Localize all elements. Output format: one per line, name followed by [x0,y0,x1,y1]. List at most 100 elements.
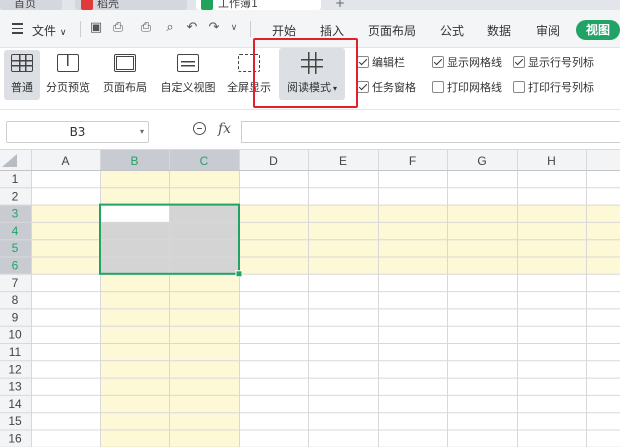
checkbox-unchecked-icon [432,81,444,93]
page-layout-icon [114,54,136,72]
checkbox-label: 显示行号列标 [528,56,594,69]
row-header-10[interactable]: 10 [8,328,22,342]
tab-label: 首页 [14,0,36,10]
checkbox-label: 任务窗格 [372,81,416,94]
row-header-4[interactable]: 4 [12,224,19,238]
menu-review[interactable]: 审阅 [536,22,560,39]
column-header-c[interactable]: C [200,154,209,168]
column-header-h[interactable]: H [547,154,556,168]
button-label: 阅读模式 [286,81,331,94]
row-header-11[interactable]: 11 [9,345,22,359]
docer-icon [81,0,93,10]
formula-bar: B3 ▾ fx [0,110,620,150]
zoom-out-icon[interactable] [193,122,206,135]
row-header-5[interactable]: 5 [12,241,19,255]
checkbox-label: 显示网格线 [447,56,502,69]
page-break-preview-button[interactable]: 分页预览 [42,50,94,100]
row-header-2[interactable]: 2 [12,189,19,203]
column-header-b[interactable]: B [130,154,138,168]
row-header-14[interactable]: 14 [8,397,22,411]
formula-bar-checkbox[interactable]: 编辑栏 [357,54,405,70]
row-header-6[interactable]: 6 [12,259,19,273]
menu-insert[interactable]: 插入 [320,22,344,39]
button-label: 自定义视图 [160,81,216,94]
row-header-13[interactable]: 13 [8,380,22,394]
show-headings-checkbox[interactable]: 显示行号列标 [513,54,594,70]
checkbox-checked-icon [357,81,369,93]
print-preview-icon[interactable]: ⌕ [162,20,178,36]
custom-view-button[interactable]: 自定义视图 [156,50,220,100]
hamburger-icon[interactable] [12,23,23,37]
page-layout-view-button[interactable]: 页面布局 [98,50,152,100]
active-cell[interactable] [100,204,169,222]
menu-formulas[interactable]: 公式 [440,22,464,39]
custom-view-icon [177,54,199,72]
checkbox-label: 编辑栏 [372,56,405,69]
full-screen-button[interactable]: 全屏显示 [224,50,274,100]
crosshair-icon [301,52,323,74]
row-header-1[interactable]: 1 [12,172,19,186]
row-header-8[interactable]: 8 [12,293,19,307]
checkbox-checked-icon [513,56,525,68]
menu-bar: 文件 ∨ ▣ ⎙ ⎙ ⌕ ↶ ↷ ∨ 开始 插入 页面布局 公式 数据 审阅 视… [0,10,620,48]
file-menu-label: 文件 [32,24,57,38]
checkbox-checked-icon [432,56,444,68]
tab-label: 工作簿1 [218,0,258,10]
undo-icon[interactable]: ↶ [184,20,200,36]
column-header-f[interactable]: F [409,154,416,168]
print-gridlines-checkbox[interactable]: 打印网格线 [432,79,502,95]
show-gridlines-checkbox[interactable]: 显示网格线 [432,54,502,70]
grid-icon [11,54,33,72]
button-label: 分页预览 [46,81,90,94]
menu-data[interactable]: 数据 [487,22,511,39]
checkbox-label: 打印网格线 [447,81,502,94]
more-chevron-icon[interactable]: ∨ [226,20,242,36]
menu-page-layout[interactable]: 页面布局 [368,22,416,39]
row-header-7[interactable]: 7 [12,276,19,290]
menu-view-active[interactable]: 视图 [576,20,620,40]
fill-handle[interactable] [235,270,243,278]
checkbox-checked-icon [357,56,369,68]
column-header-a[interactable]: A [61,154,69,168]
menu-home[interactable]: 开始 [272,22,296,39]
reading-mode-button[interactable]: 阅读模式 ▾ [279,48,345,100]
view-ribbon: 普通 分页预览 页面布局 自定义视图 全屏显示 阅读模式 ▾ 编辑栏 任务窗格 显… [0,48,620,110]
redo-icon[interactable]: ↷ [206,20,222,36]
row-header-16[interactable]: 16 [8,432,22,446]
dropdown-caret-icon[interactable]: ▾ [333,84,337,93]
column-header-g[interactable]: G [477,154,486,168]
row-header-3[interactable]: 3 [12,207,19,221]
tab-home[interactable]: 首页 [0,0,62,10]
task-pane-checkbox[interactable]: 任务窗格 [357,79,416,95]
column-header-bar [0,150,620,170]
page-break-icon [57,54,79,72]
grid-canvas[interactable]: A B C D E F G H12345678910111213141516 [0,150,620,447]
row-header-12[interactable]: 12 [8,362,22,376]
name-box-value: B3 [69,125,86,139]
normal-view-button[interactable]: 普通 [4,50,40,100]
save-icon[interactable]: ▣ [88,20,104,36]
document-tab-strip: 首页 稻壳 工作簿1 + [0,0,620,10]
export-pdf-icon[interactable]: ⎙ [110,20,126,36]
checkbox-label: 打印行号列标 [528,81,594,94]
tab-label: 稻壳 [97,0,119,10]
chevron-down-icon[interactable]: ▾ [140,122,144,142]
print-icon[interactable]: ⎙ [138,20,154,36]
checkbox-unchecked-icon [513,81,525,93]
insert-function-icon[interactable]: fx [218,121,231,137]
row-header-15[interactable]: 15 [8,414,22,428]
tab-workbook[interactable]: 工作簿1 [196,0,321,10]
name-box[interactable]: B3 ▾ [6,121,149,143]
file-menu[interactable]: 文件 ∨ [32,22,66,39]
tab-docer[interactable]: 稻壳 [75,0,187,10]
column-header-e[interactable]: E [339,154,347,168]
button-label: 普通 [11,81,33,94]
print-headings-checkbox[interactable]: 打印行号列标 [513,79,594,95]
button-label: 页面布局 [103,81,147,94]
button-label: 全屏显示 [227,81,271,94]
row-header-9[interactable]: 9 [12,310,19,324]
new-tab-icon[interactable]: + [335,0,345,10]
formula-input[interactable] [241,121,620,143]
spreadsheet-grid[interactable]: A B C D E F G H 1 2 3 4 5 6 7 8 9 10 11 12 13 14 15 16 [0,150,620,447]
column-header-d[interactable]: D [269,154,278,168]
